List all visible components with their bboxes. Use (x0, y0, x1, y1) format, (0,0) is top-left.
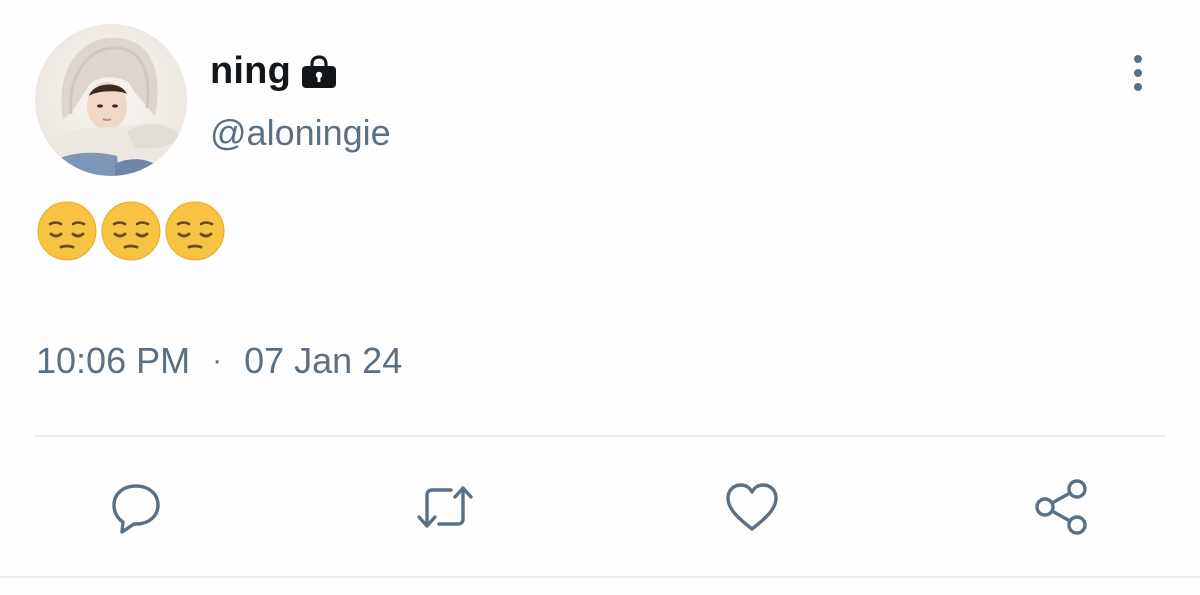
more-vertical-icon (1134, 55, 1142, 91)
tweet-card: ning @aloningie 10:06 PM · 07 Jan 24 (0, 0, 1200, 595)
pensive-face-emoji (164, 200, 226, 262)
like-icon (726, 483, 778, 531)
retweet-button[interactable] (410, 472, 480, 542)
reply-button[interactable] (101, 472, 171, 542)
reply-icon (112, 484, 160, 534)
avatar[interactable] (35, 24, 187, 176)
share-button[interactable] (1027, 472, 1097, 542)
bottom-divider (0, 576, 1200, 578)
tweet-time: 10:06 PM (36, 340, 191, 381)
pensive-face-emoji (36, 200, 98, 262)
tweet-text (36, 200, 226, 262)
divider (35, 435, 1165, 437)
separator-dot: · (212, 344, 223, 377)
action-bar (0, 472, 1200, 542)
pensive-face-emoji (100, 200, 162, 262)
user-handle[interactable]: @aloningie (210, 112, 391, 154)
more-options-button[interactable] (1120, 50, 1156, 96)
retweet-icon (417, 486, 473, 528)
tweet-timestamp[interactable]: 10:06 PM · 07 Jan 24 (36, 340, 402, 382)
tweet-date: 07 Jan 24 (244, 340, 403, 381)
like-button[interactable] (717, 472, 787, 542)
display-name[interactable]: ning (210, 50, 291, 93)
share-icon (1035, 479, 1087, 535)
lock-icon (299, 55, 339, 89)
display-name-row: ning (210, 46, 339, 96)
